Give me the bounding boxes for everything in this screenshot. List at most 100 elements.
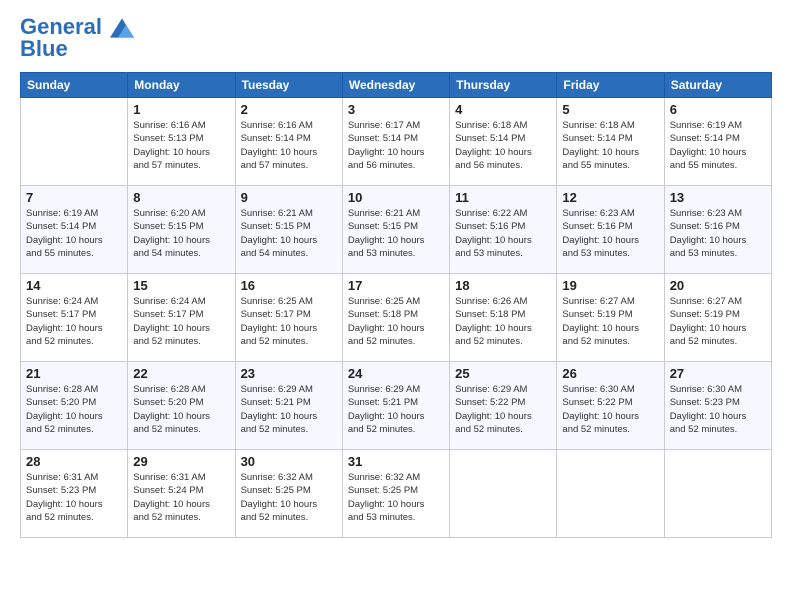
day-number: 28 bbox=[26, 454, 122, 469]
day-info: Sunrise: 6:19 AM Sunset: 5:14 PM Dayligh… bbox=[670, 119, 766, 172]
day-info: Sunrise: 6:25 AM Sunset: 5:17 PM Dayligh… bbox=[241, 295, 337, 348]
calendar-cell bbox=[664, 450, 771, 538]
day-info: Sunrise: 6:19 AM Sunset: 5:14 PM Dayligh… bbox=[26, 207, 122, 260]
day-info: Sunrise: 6:31 AM Sunset: 5:24 PM Dayligh… bbox=[133, 471, 229, 524]
day-number: 27 bbox=[670, 366, 766, 381]
page: General Blue SundayMondayTuesdayWednesda… bbox=[0, 0, 792, 612]
day-info: Sunrise: 6:30 AM Sunset: 5:23 PM Dayligh… bbox=[670, 383, 766, 436]
weekday-header-wednesday: Wednesday bbox=[342, 73, 449, 98]
day-number: 8 bbox=[133, 190, 229, 205]
logo-blue: Blue bbox=[20, 36, 68, 61]
calendar-cell: 24 Sunrise: 6:29 AM Sunset: 5:21 PM Dayli… bbox=[342, 362, 449, 450]
day-number: 15 bbox=[133, 278, 229, 293]
weekday-header-friday: Friday bbox=[557, 73, 664, 98]
weekday-header-saturday: Saturday bbox=[664, 73, 771, 98]
day-number: 13 bbox=[670, 190, 766, 205]
calendar-cell bbox=[557, 450, 664, 538]
calendar-cell: 19 Sunrise: 6:27 AM Sunset: 5:19 PM Dayli… bbox=[557, 274, 664, 362]
day-number: 19 bbox=[562, 278, 658, 293]
week-row-3: 14 Sunrise: 6:24 AM Sunset: 5:17 PM Dayli… bbox=[21, 274, 772, 362]
calendar-cell: 16 Sunrise: 6:25 AM Sunset: 5:17 PM Dayli… bbox=[235, 274, 342, 362]
day-info: Sunrise: 6:30 AM Sunset: 5:22 PM Dayligh… bbox=[562, 383, 658, 436]
calendar-cell: 11Sunrise: 6:22 AM Sunset: 5:16 PM Dayli… bbox=[450, 186, 557, 274]
day-number: 20 bbox=[670, 278, 766, 293]
day-number: 1 bbox=[133, 102, 229, 117]
day-number: 7 bbox=[26, 190, 122, 205]
weekday-header-monday: Monday bbox=[128, 73, 235, 98]
day-number: 26 bbox=[562, 366, 658, 381]
day-info: Sunrise: 6:29 AM Sunset: 5:21 PM Dayligh… bbox=[348, 383, 444, 436]
day-number: 29 bbox=[133, 454, 229, 469]
calendar-cell: 10Sunrise: 6:21 AM Sunset: 5:15 PM Dayli… bbox=[342, 186, 449, 274]
calendar-cell: 31Sunrise: 6:32 AM Sunset: 5:25 PM Dayli… bbox=[342, 450, 449, 538]
day-info: Sunrise: 6:23 AM Sunset: 5:16 PM Dayligh… bbox=[562, 207, 658, 260]
weekday-header-tuesday: Tuesday bbox=[235, 73, 342, 98]
day-info: Sunrise: 6:23 AM Sunset: 5:16 PM Dayligh… bbox=[670, 207, 766, 260]
day-number: 11 bbox=[455, 190, 551, 205]
day-number: 14 bbox=[26, 278, 122, 293]
day-info: Sunrise: 6:28 AM Sunset: 5:20 PM Dayligh… bbox=[133, 383, 229, 436]
day-number: 23 bbox=[241, 366, 337, 381]
day-number: 30 bbox=[241, 454, 337, 469]
calendar: SundayMondayTuesdayWednesdayThursdayFrid… bbox=[20, 72, 772, 538]
calendar-cell bbox=[450, 450, 557, 538]
day-info: Sunrise: 6:31 AM Sunset: 5:23 PM Dayligh… bbox=[26, 471, 122, 524]
calendar-cell: 21 Sunrise: 6:28 AM Sunset: 5:20 PM Dayli… bbox=[21, 362, 128, 450]
day-info: Sunrise: 6:16 AM Sunset: 5:13 PM Dayligh… bbox=[133, 119, 229, 172]
day-info: Sunrise: 6:17 AM Sunset: 5:14 PM Dayligh… bbox=[348, 119, 444, 172]
calendar-cell: 6 Sunrise: 6:19 AM Sunset: 5:14 PM Daylig… bbox=[664, 98, 771, 186]
header: General Blue bbox=[20, 16, 772, 60]
day-info: Sunrise: 6:16 AM Sunset: 5:14 PM Dayligh… bbox=[241, 119, 337, 172]
calendar-cell: 29 Sunrise: 6:31 AM Sunset: 5:24 PM Dayli… bbox=[128, 450, 235, 538]
day-info: Sunrise: 6:25 AM Sunset: 5:18 PM Dayligh… bbox=[348, 295, 444, 348]
calendar-cell: 25Sunrise: 6:29 AM Sunset: 5:22 PM Dayli… bbox=[450, 362, 557, 450]
day-info: Sunrise: 6:32 AM Sunset: 5:25 PM Dayligh… bbox=[348, 471, 444, 524]
day-number: 17 bbox=[348, 278, 444, 293]
day-number: 4 bbox=[455, 102, 551, 117]
calendar-cell: 30 Sunrise: 6:32 AM Sunset: 5:25 PM Dayli… bbox=[235, 450, 342, 538]
calendar-cell: 12Sunrise: 6:23 AM Sunset: 5:16 PM Dayli… bbox=[557, 186, 664, 274]
calendar-cell: 3 Sunrise: 6:17 AM Sunset: 5:14 PM Daylig… bbox=[342, 98, 449, 186]
calendar-cell: 18 Sunrise: 6:26 AM Sunset: 5:18 PM Dayli… bbox=[450, 274, 557, 362]
week-row-4: 21 Sunrise: 6:28 AM Sunset: 5:20 PM Dayli… bbox=[21, 362, 772, 450]
calendar-cell: 9 Sunrise: 6:21 AM Sunset: 5:15 PM Daylig… bbox=[235, 186, 342, 274]
calendar-cell: 20 Sunrise: 6:27 AM Sunset: 5:19 PM Dayli… bbox=[664, 274, 771, 362]
day-number: 9 bbox=[241, 190, 337, 205]
calendar-cell: 4 Sunrise: 6:18 AM Sunset: 5:14 PM Daylig… bbox=[450, 98, 557, 186]
calendar-cell: 1 Sunrise: 6:16 AM Sunset: 5:13 PM Daylig… bbox=[128, 98, 235, 186]
day-info: Sunrise: 6:20 AM Sunset: 5:15 PM Dayligh… bbox=[133, 207, 229, 260]
day-number: 18 bbox=[455, 278, 551, 293]
day-info: Sunrise: 6:21 AM Sunset: 5:15 PM Dayligh… bbox=[241, 207, 337, 260]
calendar-cell: 13 Sunrise: 6:23 AM Sunset: 5:16 PM Dayli… bbox=[664, 186, 771, 274]
calendar-cell: 15Sunrise: 6:24 AM Sunset: 5:17 PM Dayli… bbox=[128, 274, 235, 362]
day-number: 10 bbox=[348, 190, 444, 205]
day-number: 16 bbox=[241, 278, 337, 293]
calendar-cell: 2 Sunrise: 6:16 AM Sunset: 5:14 PM Daylig… bbox=[235, 98, 342, 186]
day-number: 21 bbox=[26, 366, 122, 381]
day-info: Sunrise: 6:24 AM Sunset: 5:17 PM Dayligh… bbox=[26, 295, 122, 348]
day-number: 22 bbox=[133, 366, 229, 381]
calendar-cell: 7 Sunrise: 6:19 AM Sunset: 5:14 PM Daylig… bbox=[21, 186, 128, 274]
day-number: 5 bbox=[562, 102, 658, 117]
day-info: Sunrise: 6:18 AM Sunset: 5:14 PM Dayligh… bbox=[562, 119, 658, 172]
day-number: 2 bbox=[241, 102, 337, 117]
day-number: 24 bbox=[348, 366, 444, 381]
calendar-cell: 22 Sunrise: 6:28 AM Sunset: 5:20 PM Dayli… bbox=[128, 362, 235, 450]
calendar-cell: 28 Sunrise: 6:31 AM Sunset: 5:23 PM Dayli… bbox=[21, 450, 128, 538]
day-info: Sunrise: 6:18 AM Sunset: 5:14 PM Dayligh… bbox=[455, 119, 551, 172]
day-info: Sunrise: 6:26 AM Sunset: 5:18 PM Dayligh… bbox=[455, 295, 551, 348]
week-row-5: 28 Sunrise: 6:31 AM Sunset: 5:23 PM Dayli… bbox=[21, 450, 772, 538]
day-info: Sunrise: 6:27 AM Sunset: 5:19 PM Dayligh… bbox=[562, 295, 658, 348]
weekday-header-thursday: Thursday bbox=[450, 73, 557, 98]
day-number: 25 bbox=[455, 366, 551, 381]
week-row-1: 1 Sunrise: 6:16 AM Sunset: 5:13 PM Daylig… bbox=[21, 98, 772, 186]
day-number: 3 bbox=[348, 102, 444, 117]
day-number: 6 bbox=[670, 102, 766, 117]
calendar-cell: 5 Sunrise: 6:18 AM Sunset: 5:14 PM Daylig… bbox=[557, 98, 664, 186]
day-info: Sunrise: 6:28 AM Sunset: 5:20 PM Dayligh… bbox=[26, 383, 122, 436]
weekday-header-sunday: Sunday bbox=[21, 73, 128, 98]
calendar-cell: 27 Sunrise: 6:30 AM Sunset: 5:23 PM Dayli… bbox=[664, 362, 771, 450]
logo: General Blue bbox=[20, 16, 136, 60]
day-info: Sunrise: 6:27 AM Sunset: 5:19 PM Dayligh… bbox=[670, 295, 766, 348]
day-info: Sunrise: 6:32 AM Sunset: 5:25 PM Dayligh… bbox=[241, 471, 337, 524]
